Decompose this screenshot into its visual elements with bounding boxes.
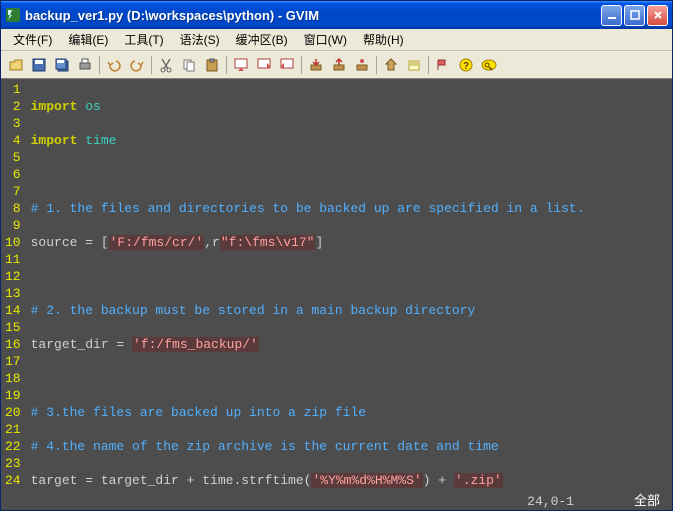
comment: # 1. the files and directories to be bac…: [31, 201, 585, 216]
window-controls: [601, 5, 668, 26]
menu-edit[interactable]: 编辑(E): [60, 29, 116, 50]
saveall-icon[interactable]: [51, 54, 73, 76]
menu-file[interactable]: 文件(F): [5, 29, 60, 50]
toolbar: ?: [1, 51, 672, 79]
session-load-icon[interactable]: [305, 54, 327, 76]
copy-icon[interactable]: [178, 54, 200, 76]
comment: # 2. the backup must be stored in a main…: [31, 303, 476, 318]
statusbar: 24,0-1 全部: [1, 492, 672, 510]
open-icon[interactable]: [5, 54, 27, 76]
redo-icon[interactable]: [126, 54, 148, 76]
titlebar[interactable]: backup_ver1.py (D:\workspaces\python) - …: [1, 1, 672, 29]
module-os: os: [77, 99, 100, 114]
toolbar-separator: [428, 56, 429, 74]
window-title: backup_ver1.py (D:\workspaces\python) - …: [25, 8, 601, 23]
line-number-gutter: 1234 5678 9101112 13141516 17181920 2122…: [1, 79, 27, 510]
module-time: time: [77, 133, 116, 148]
menu-buffers[interactable]: 缓冲区(B): [228, 29, 296, 50]
gvim-window: backup_ver1.py (D:\workspaces\python) - …: [0, 0, 673, 511]
maximize-button[interactable]: [624, 5, 645, 26]
toolbar-separator: [376, 56, 377, 74]
menu-syntax[interactable]: 语法(S): [172, 29, 228, 50]
svg-text:?: ?: [463, 61, 469, 72]
search-help-icon[interactable]: [478, 54, 500, 76]
string-literal: 'F:/fms/cr/': [109, 235, 205, 250]
menu-window[interactable]: 窗口(W): [296, 29, 355, 50]
editor-area[interactable]: 1234 5678 9101112 13141516 17181920 2122…: [1, 79, 672, 510]
close-button[interactable]: [647, 5, 668, 26]
keyword-import: import: [31, 133, 78, 148]
code-text: source = [: [31, 235, 109, 250]
code-text: target_dir =: [31, 337, 132, 352]
string-literal: '%Y%m%d%H%M%S': [311, 473, 422, 488]
run-script-icon[interactable]: [351, 54, 373, 76]
cut-icon[interactable]: [155, 54, 177, 76]
toolbar-separator: [226, 56, 227, 74]
undo-icon[interactable]: [103, 54, 125, 76]
toolbar-separator: [301, 56, 302, 74]
string-literal: '.zip': [454, 473, 503, 488]
gvim-icon: [5, 7, 21, 23]
menu-help[interactable]: 帮助(H): [355, 29, 412, 50]
find-next-icon[interactable]: [253, 54, 275, 76]
find-prev-icon[interactable]: [276, 54, 298, 76]
string-literal: "f:\fms\v17": [220, 235, 316, 250]
tag-jump-icon[interactable]: [432, 54, 454, 76]
menubar: 文件(F) 编辑(E) 工具(T) 语法(S) 缓冲区(B) 窗口(W) 帮助(…: [1, 29, 672, 51]
help-icon[interactable]: ?: [455, 54, 477, 76]
minimize-button[interactable]: [601, 5, 622, 26]
menu-tools[interactable]: 工具(T): [116, 29, 171, 50]
comment: # 3.the files are backed up into a zip f…: [31, 405, 366, 420]
code-text: target = target_dir + time.strftime(: [31, 473, 312, 488]
comment: # 4.the name of the zip archive is the c…: [31, 439, 499, 454]
keyword-import: import: [31, 99, 78, 114]
paste-icon[interactable]: [201, 54, 223, 76]
code-text: ]: [315, 235, 323, 250]
session-save-icon[interactable]: [328, 54, 350, 76]
print-icon[interactable]: [74, 54, 96, 76]
shell-icon[interactable]: [403, 54, 425, 76]
save-icon[interactable]: [28, 54, 50, 76]
find-replace-icon[interactable]: [230, 54, 252, 76]
toolbar-separator: [151, 56, 152, 74]
string-literal: 'f:/fms_backup/': [132, 337, 259, 352]
make-icon[interactable]: [380, 54, 402, 76]
code-text: ,r: [204, 235, 220, 250]
code-text: ) +: [423, 473, 454, 488]
cursor-position: 24,0-1: [527, 493, 574, 510]
scroll-indicator: 全部: [634, 493, 660, 510]
code-content[interactable]: import os import time # 1. the files and…: [27, 79, 672, 510]
toolbar-separator: [99, 56, 100, 74]
